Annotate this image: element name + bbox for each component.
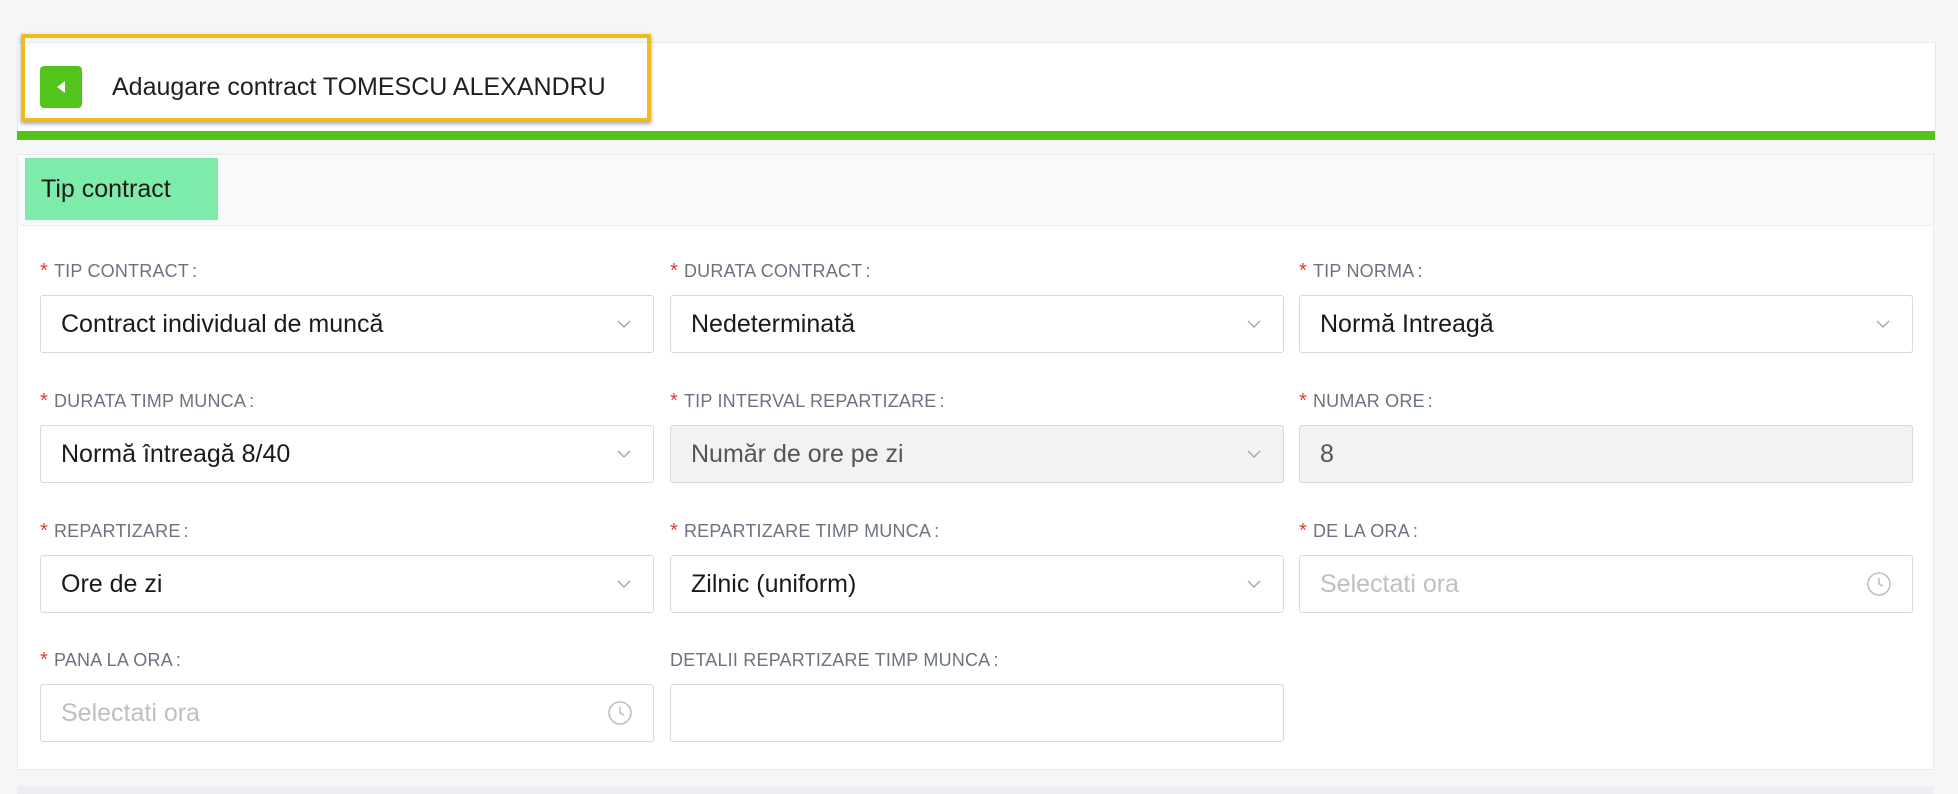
clock-icon	[1867, 572, 1891, 596]
select-value: Ore de zi	[61, 569, 163, 598]
field-repartizare: * REPARTIZARE: Ore de zi	[40, 519, 654, 613]
required-marker: *	[670, 260, 678, 282]
field-label: DURATA TIMP MUNCA	[53, 391, 247, 411]
repartizare-select[interactable]: Ore de zi	[40, 555, 654, 613]
required-marker: *	[670, 520, 678, 542]
select-value: Nedeterminată	[691, 309, 855, 338]
field-pana-la-ora: * PANA LA ORA: Selectati ora	[40, 648, 654, 742]
tip-interval-repartizare-select: Număr de ore pe zi	[670, 425, 1284, 483]
field-label: REPARTIZARE	[53, 521, 181, 541]
select-value: Normă întreagă 8/40	[61, 439, 291, 468]
select-value: Contract individual de muncă	[61, 309, 384, 338]
chevron-down-icon	[1247, 580, 1261, 588]
repartizare-timp-munca-select[interactable]: Zilnic (uniform)	[670, 555, 1284, 613]
tip-contract-select[interactable]: Contract individual de muncă	[40, 295, 654, 353]
chevron-down-icon	[1247, 320, 1261, 328]
required-marker: *	[40, 260, 48, 282]
field-numar-ore: * NUMAR ORE: 8	[1299, 389, 1913, 483]
field-detalii-repartizare: DETALII REPARTIZARE TIMP MUNCA:	[670, 648, 1284, 742]
select-value: Zilnic (uniform)	[691, 569, 857, 598]
durata-contract-select[interactable]: Nedeterminată	[670, 295, 1284, 353]
chevron-down-icon	[617, 580, 631, 588]
field-label: TIP INTERVAL REPARTIZARE	[683, 391, 937, 411]
field-label: TIP CONTRACT	[53, 261, 190, 281]
field-repartizare-timp-munca: * REPARTIZARE TIMP MUNCA: Zilnic (uniform…	[670, 519, 1284, 613]
pana-la-ora-timepicker[interactable]: Selectati ora	[40, 684, 654, 742]
timepicker-placeholder: Selectati ora	[61, 698, 200, 727]
chevron-down-icon	[617, 320, 631, 328]
select-value: Număr de ore pe zi	[691, 439, 904, 468]
field-label: NUMAR ORE	[1312, 391, 1425, 411]
required-marker: *	[40, 390, 48, 412]
highlight-box	[21, 34, 651, 122]
detalii-repartizare-input[interactable]	[670, 684, 1284, 742]
required-marker: *	[1299, 260, 1307, 282]
de-la-ora-timepicker[interactable]: Selectati ora	[1299, 555, 1913, 613]
field-label: DE LA ORA	[1312, 521, 1410, 541]
section-tab-tip-contract[interactable]: Tip contract	[25, 158, 218, 220]
field-label: PANA LA ORA	[53, 650, 173, 670]
field-label: TIP NORMA	[1312, 261, 1415, 281]
field-label: DETALII REPARTIZARE TIMP MUNCA	[670, 650, 991, 670]
field-tip-norma: * TIP NORMA: Normă Intreagă	[1299, 259, 1913, 353]
field-de-la-ora: * DE LA ORA: Selectati ora	[1299, 519, 1913, 613]
required-marker: *	[1299, 390, 1307, 412]
required-marker: *	[40, 520, 48, 542]
field-label: REPARTIZARE TIMP MUNCA	[683, 521, 932, 541]
required-marker: *	[40, 649, 48, 671]
field-tip-interval-repartizare: * TIP INTERVAL REPARTIZARE: Număr de ore …	[670, 389, 1284, 483]
required-marker: *	[670, 390, 678, 412]
field-label: DURATA CONTRACT	[683, 261, 863, 281]
header-accent-bar	[17, 131, 1935, 140]
next-section-edge	[17, 786, 1934, 794]
timepicker-placeholder: Selectati ora	[1320, 569, 1459, 598]
input-value: 8	[1320, 439, 1334, 468]
chevron-down-icon	[1876, 320, 1890, 328]
field-durata-timp-munca: * DURATA TIMP MUNCA: Normă întreagă 8/40	[40, 389, 654, 483]
clock-icon	[608, 701, 632, 725]
field-durata-contract: * DURATA CONTRACT: Nedeterminată	[670, 259, 1284, 353]
durata-timp-munca-select[interactable]: Normă întreagă 8/40	[40, 425, 654, 483]
section-header: Tip contract	[19, 156, 1932, 226]
select-value: Normă Intreagă	[1320, 309, 1494, 338]
chevron-down-icon	[1247, 450, 1261, 458]
required-marker: *	[1299, 520, 1307, 542]
numar-ore-input: 8	[1299, 425, 1913, 483]
chevron-down-icon	[617, 450, 631, 458]
field-tip-contract: * TIP CONTRACT: Contract individual de mu…	[40, 259, 654, 353]
tip-norma-select[interactable]: Normă Intreagă	[1299, 295, 1913, 353]
